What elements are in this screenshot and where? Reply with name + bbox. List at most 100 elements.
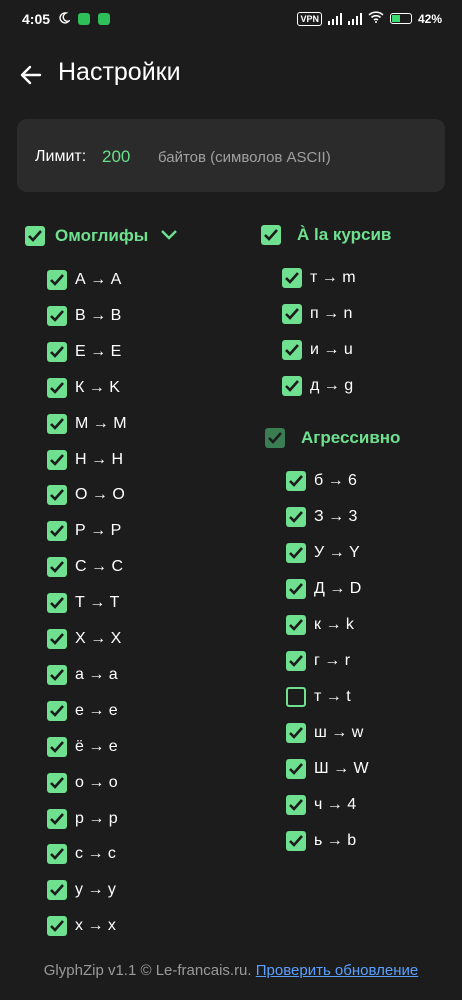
checkbox-item[interactable]: ч → 4 [286,795,356,815]
checkbox-item[interactable]: Т → T [47,593,120,614]
item-checkbox[interactable] [47,880,67,901]
item-checkbox[interactable] [282,376,302,396]
item-checkbox[interactable] [47,844,67,865]
item-checkbox[interactable] [47,305,67,326]
checkbox-item[interactable]: и → u [282,340,353,360]
checkbox-item[interactable]: к → k [286,615,354,635]
item-checkbox[interactable] [286,651,306,671]
item-label: с → c [75,845,116,863]
checkbox-item[interactable]: Е → E [47,341,121,362]
checkbox-item[interactable]: т → t [286,687,351,707]
status-bar: 4:05 VPN 42% [0,0,462,40]
checkbox-item[interactable]: у → y [47,880,116,901]
item-checkbox[interactable] [286,723,306,743]
item-checkbox[interactable] [47,700,67,721]
item-label: г → r [314,652,351,669]
item-checkbox[interactable] [282,340,302,360]
check-update-link[interactable]: Проверить обновление [256,962,418,979]
group-cursive[interactable]: À la курсив [261,225,391,245]
limit-value[interactable]: 200 [102,147,130,167]
item-label: З → 3 [314,508,358,525]
item-checkbox[interactable] [47,485,67,506]
item-checkbox[interactable] [47,521,67,542]
aggressive-checkbox[interactable] [265,428,285,448]
item-checkbox[interactable] [286,507,306,527]
checkbox-item[interactable]: З → 3 [286,507,357,527]
item-checkbox[interactable] [47,593,67,614]
item-checkbox[interactable] [47,557,67,578]
checkbox-item[interactable]: М → M [47,413,127,434]
wifi-icon [368,11,384,26]
item-checkbox[interactable] [286,471,306,491]
item-label: ь → b [314,832,357,849]
checkbox-item[interactable]: К → K [47,377,120,398]
item-checkbox[interactable] [47,808,67,829]
checkbox-item[interactable]: Х → X [47,629,121,649]
footer-text: GlyphZip v1.1 © Le-francais.ru. [43,962,252,979]
checkbox-item[interactable]: х → x [47,916,116,937]
item-label: т → t [314,688,351,705]
cursive-title: À la курсив [297,225,392,244]
item-checkbox[interactable] [47,270,67,290]
item-checkbox[interactable] [286,543,306,563]
checkbox-item[interactable]: б → 6 [286,471,357,491]
checkbox-item[interactable]: т → m [282,268,356,288]
checkbox-item[interactable]: Д → D [286,579,361,599]
item-checkbox[interactable] [286,759,306,779]
group-homoglyphs[interactable]: Омоглифы [25,226,178,246]
checkbox-item[interactable]: ш → w [286,723,363,743]
item-label: Т → T [75,594,120,612]
checkbox-item[interactable]: о → o [47,772,118,793]
cursive-checkbox[interactable] [261,225,281,245]
homoglyphs-title: Омоглифы [55,226,149,245]
group-aggressive[interactable]: Агрессивно [265,428,400,448]
item-checkbox[interactable] [47,341,67,362]
item-checkbox[interactable] [286,795,306,815]
chevron-down-icon[interactable] [160,227,178,245]
item-label: А → A [75,271,122,288]
checkbox-item[interactable]: В → B [47,305,121,326]
checkbox-item[interactable]: д → g [282,376,353,396]
item-checkbox[interactable] [286,831,306,851]
item-label: М → M [75,414,127,432]
item-label: б → 6 [314,472,357,489]
item-checkbox[interactable] [47,736,67,757]
item-label: е → e [75,701,118,719]
checkbox-item[interactable]: а → a [47,664,118,685]
checkbox-item[interactable]: с → c [47,844,116,865]
moon-icon [58,11,72,27]
checkbox-item[interactable]: У → Y [286,543,360,563]
checkbox-item[interactable]: А → A [47,270,121,290]
item-checkbox[interactable] [47,377,67,398]
item-label: С → C [75,558,123,576]
checkbox-item[interactable]: р → p [47,808,118,829]
item-checkbox[interactable] [282,304,302,324]
checkbox-item[interactable]: е → e [47,700,118,721]
signal-icon-2 [347,12,362,25]
homoglyphs-checkbox[interactable] [25,226,45,246]
item-checkbox[interactable] [286,579,306,599]
app-header: Настройки [0,56,462,96]
item-checkbox[interactable] [286,687,306,707]
item-checkbox[interactable] [47,413,67,434]
checkbox-item[interactable]: г → r [286,651,350,671]
item-checkbox[interactable] [47,664,67,685]
checkbox-item[interactable]: С → C [47,557,123,578]
item-checkbox[interactable] [286,615,306,635]
item-checkbox[interactable] [47,772,67,793]
item-checkbox[interactable] [47,449,67,470]
checkbox-item[interactable]: Р → P [47,521,122,542]
checkbox-item[interactable]: О → O [47,485,125,506]
item-checkbox[interactable] [47,916,67,937]
checkbox-item[interactable]: Ш → W [286,759,369,779]
checkbox-item[interactable]: ь → b [286,831,356,851]
vpn-badge: VPN [297,11,322,26]
checkbox-item[interactable]: Н → H [47,449,123,470]
item-checkbox[interactable] [47,629,67,649]
checkbox-item[interactable]: ё → e [47,736,118,757]
item-label: Р → P [75,522,122,540]
item-checkbox[interactable] [282,268,302,288]
back-arrow-icon[interactable] [18,62,44,88]
checkbox-item[interactable]: п → n [282,304,352,324]
item-label: п → n [310,305,353,322]
